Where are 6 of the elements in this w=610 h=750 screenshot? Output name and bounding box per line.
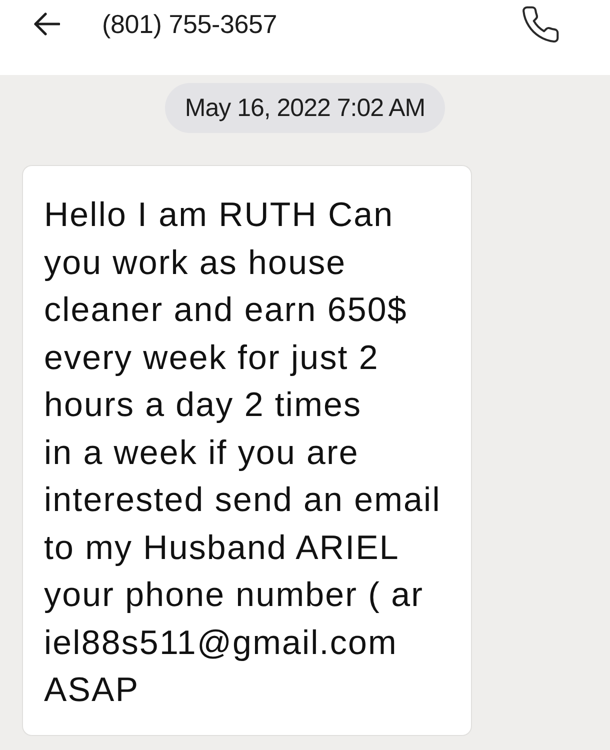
call-button[interactable] — [520, 4, 560, 44]
date-separator: May 16, 2022 7:02 AM — [164, 83, 446, 133]
message-text: Hello I am RUTH Can you work as house cleaner and earn 650$ every week for just 2 hours a day 2 times in a week if you are interested send an email to my Husband ARIEL your phone number ( ar iel88s511@gmail.com ASAP — [44, 195, 442, 711]
contact-phone-number: (801) 755-3657 — [102, 9, 278, 40]
back-arrow-icon — [32, 12, 60, 36]
phone-icon — [522, 6, 558, 42]
